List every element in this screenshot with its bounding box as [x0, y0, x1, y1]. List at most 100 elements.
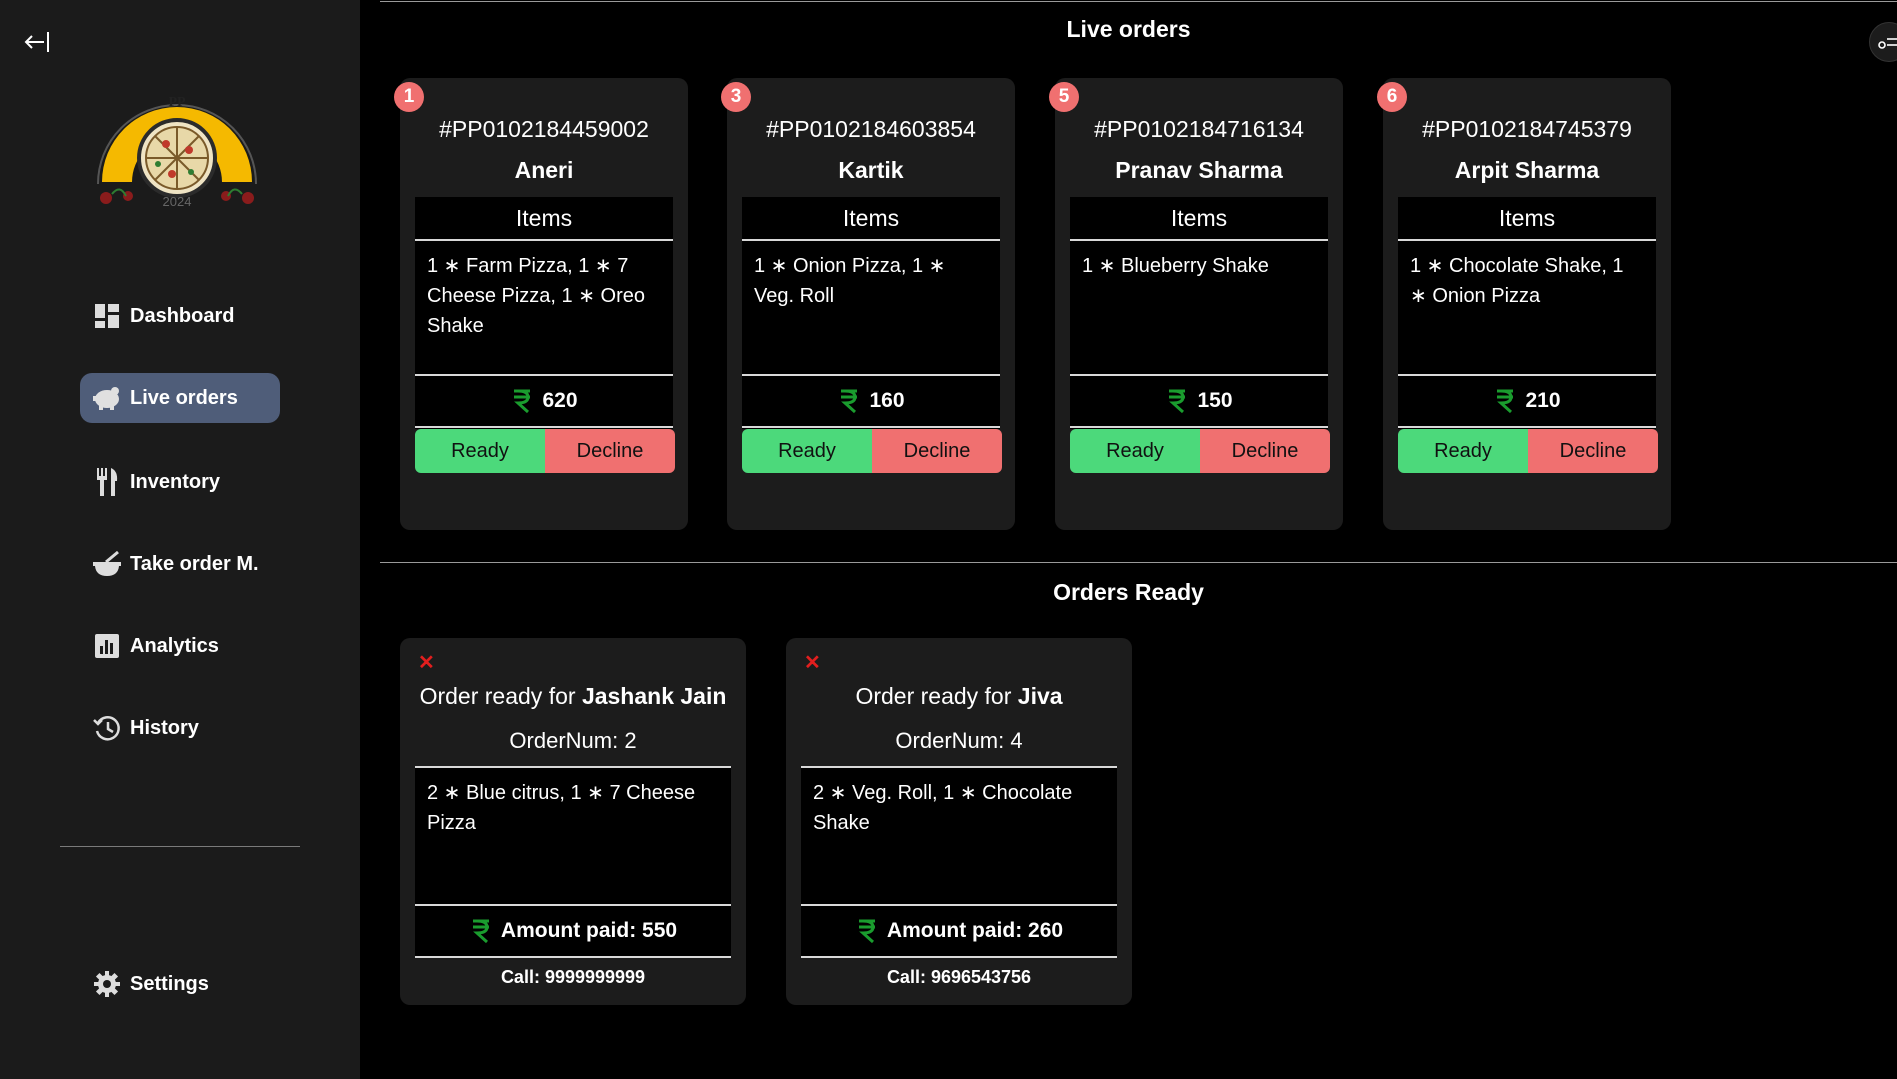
items-header: Items — [742, 197, 1000, 241]
rupee-icon — [472, 919, 489, 944]
sidebar-item-take-order[interactable]: Take order M. — [80, 539, 280, 589]
order-id: #PP0102184459002 — [439, 116, 649, 142]
mortar-bowl-icon — [92, 549, 122, 579]
sidebar-item-dashboard[interactable]: Dashboard — [80, 291, 280, 341]
price-row: 150 — [1070, 374, 1328, 428]
svg-text:PP: PP — [168, 95, 186, 110]
decline-button[interactable]: Decline — [545, 429, 675, 473]
decline-button[interactable]: Decline — [1200, 429, 1330, 473]
decline-button[interactable]: Decline — [872, 429, 1002, 473]
ready-order-card: ✕ Order ready for Jiva OrderNum: 4 2 ∗ V… — [786, 638, 1132, 1005]
ready-button[interactable]: Ready — [415, 429, 545, 473]
live-order-card: 3 #PP0102184603854 Kartik Items 1 ∗ Onio… — [721, 78, 1015, 530]
items-box: Items 1 ∗ Blueberry Shake 150 — [1070, 197, 1328, 429]
items-list: 1 ∗ Farm Pizza, 1 ∗ 7 Cheese Pizza, 1 ∗ … — [427, 255, 645, 337]
order-badge: 1 — [394, 82, 424, 112]
items-list: 2 ∗ Veg. Roll, 1 ∗ Chocolate Shake — [813, 782, 1073, 834]
action-buttons: Ready Decline — [1070, 429, 1330, 473]
items-box: 2 ∗ Veg. Roll, 1 ∗ Chocolate Shake Amoun… — [801, 766, 1117, 958]
sidebar-item-history[interactable]: History — [80, 703, 280, 753]
sidebar-item-label: Analytics — [130, 634, 219, 657]
sidebar-item-label: Dashboard — [130, 304, 235, 327]
ready-order-card: ✕ Order ready for Jashank Jain OrderNum:… — [400, 638, 746, 1005]
sidebar-item-label: Inventory — [130, 470, 221, 493]
svg-text:2024: 2024 — [163, 194, 192, 209]
customer-name: Jashank Jain — [581, 683, 727, 709]
close-icon[interactable]: ✕ — [418, 650, 435, 675]
customer-name: Arpit Sharma — [1454, 157, 1600, 183]
sidebar-item-live-orders[interactable]: Live orders — [80, 373, 280, 423]
gear-icon — [92, 969, 122, 999]
price-value: 620 — [542, 389, 578, 412]
brand-logo: PP 2024 — [88, 80, 266, 216]
price-row: 210 — [1398, 374, 1656, 428]
amount-paid-row: Amount paid: 260 — [801, 904, 1117, 958]
ready-button[interactable]: Ready — [742, 429, 872, 473]
order-badge: 6 — [1377, 82, 1407, 112]
rupee-icon — [841, 389, 858, 414]
filter-icon — [1878, 38, 1897, 49]
items-list: 1 ∗ Onion Pizza, 1 ∗ Veg. Roll — [754, 255, 946, 307]
live-order-card: 5 #PP0102184716134 Pranav Sharma Items 1… — [1049, 78, 1343, 530]
items-list: 2 ∗ Blue citrus, 1 ∗ 7 Cheese Pizza — [427, 782, 696, 834]
items-list: 1 ∗ Chocolate Shake, 1 ∗ Onion Pizza — [1410, 255, 1624, 307]
items-header: Items — [1398, 197, 1656, 241]
customer-name: Kartik — [838, 157, 904, 183]
live-order-card: 1 #PP0102184459002 Aneri Items 1 ∗ Farm … — [394, 78, 688, 530]
fork-knife-icon — [92, 467, 122, 497]
order-number: OrderNum: 4 — [895, 728, 1023, 753]
live-order-card: 6 #PP0102184745379 Arpit Sharma Items 1 … — [1377, 78, 1671, 530]
close-icon[interactable]: ✕ — [804, 650, 821, 675]
price-row: 620 — [415, 374, 673, 428]
price-value: 210 — [1525, 389, 1561, 412]
phone-number: Call: 9696543756 — [886, 967, 1032, 987]
sidebar-item-label: History — [130, 716, 199, 739]
items-header: Items — [415, 197, 673, 241]
rupee-icon — [1497, 389, 1514, 414]
sidebar-item-label: Settings — [130, 972, 209, 995]
ready-button[interactable]: Ready — [1070, 429, 1200, 473]
action-buttons: Ready Decline — [742, 429, 1002, 473]
sidebar-item-analytics[interactable]: Analytics — [80, 621, 280, 671]
filter-button[interactable] — [1869, 22, 1897, 62]
sidebar-item-inventory[interactable]: Inventory — [80, 457, 280, 507]
action-buttons: Ready Decline — [1398, 429, 1658, 473]
section-divider — [380, 562, 1897, 563]
order-id: #PP0102184716134 — [1094, 116, 1304, 142]
rupee-icon — [514, 389, 531, 414]
collapse-arrow-icon — [24, 32, 49, 52]
ready-heading: Order ready for Jiva — [855, 683, 1063, 709]
decline-button[interactable]: Decline — [1528, 429, 1658, 473]
items-list: 1 ∗ Blueberry Shake — [1082, 255, 1269, 277]
dashboard-icon — [92, 301, 122, 331]
items-header: Items — [1070, 197, 1328, 241]
order-id: #PP0102184745379 — [1422, 116, 1632, 142]
orders-ready-title: Orders Ready — [1053, 579, 1204, 605]
price-value: 150 — [1197, 389, 1233, 412]
sidebar-item-label: Live orders — [130, 386, 238, 409]
sidebar-item-label: Take order M. — [130, 552, 259, 575]
sidebar-item-settings[interactable]: Settings — [80, 959, 280, 1009]
amount-paid: Amount paid: 260 — [886, 919, 1064, 942]
amount-paid: Amount paid: 550 — [500, 919, 678, 942]
customer-name: Jiva — [1017, 683, 1063, 709]
items-box: Items 1 ∗ Chocolate Shake, 1 ∗ Onion Piz… — [1398, 197, 1656, 429]
top-divider — [380, 1, 1897, 2]
collapse-sidebar-button[interactable] — [22, 26, 54, 58]
order-badge: 3 — [721, 82, 751, 112]
live-orders-title: Live orders — [1066, 16, 1191, 42]
main-content: Live orders 1 #PP0102184459002 Aneri Ite… — [360, 0, 1897, 1079]
customer-name: Pranav Sharma — [1115, 157, 1283, 183]
action-buttons: Ready Decline — [415, 429, 675, 473]
customer-name: Aneri — [514, 157, 574, 183]
rupee-icon — [858, 919, 875, 944]
ready-button[interactable]: Ready — [1398, 429, 1528, 473]
items-box: Items 1 ∗ Farm Pizza, 1 ∗ 7 Cheese Pizza… — [415, 197, 673, 429]
rupee-icon — [1169, 389, 1186, 414]
price-value: 160 — [869, 389, 905, 412]
amount-paid-row: Amount paid: 550 — [415, 904, 731, 958]
phone-number: Call: 9999999999 — [500, 967, 646, 987]
history-icon — [92, 713, 122, 743]
items-box: Items 1 ∗ Onion Pizza, 1 ∗ Veg. Roll 160 — [742, 197, 1000, 429]
items-box: 2 ∗ Blue citrus, 1 ∗ 7 Cheese Pizza Amou… — [415, 766, 731, 958]
